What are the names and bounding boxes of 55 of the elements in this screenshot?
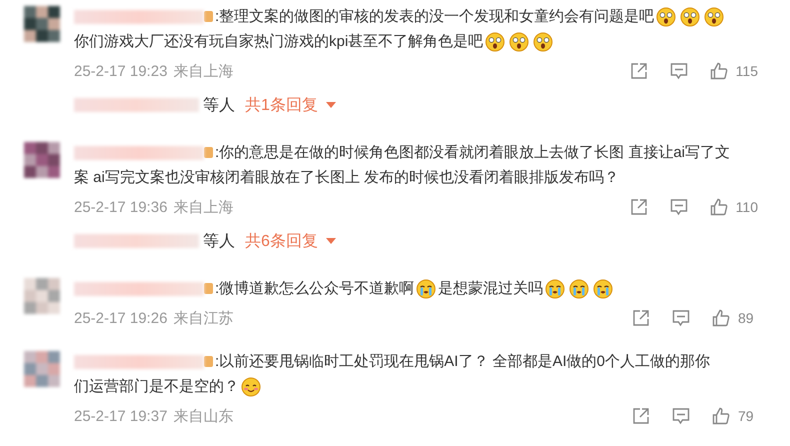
crying-face-icon <box>593 278 614 298</box>
comment-icon[interactable] <box>670 62 688 80</box>
badge-icon <box>204 147 213 158</box>
comment-location: 来自山东 <box>173 406 234 426</box>
shocked-face-icon <box>485 32 506 52</box>
comment-text: 你们游戏大厂还没有玩自家热门游戏的kpi甚至不了解角色是吧 <box>74 32 484 52</box>
comment-icon[interactable] <box>670 198 688 216</box>
like-count: 110 <box>736 199 758 215</box>
thumbs-up-icon[interactable] <box>710 62 728 80</box>
crying-face-icon <box>569 278 590 298</box>
badge-icon <box>204 11 213 22</box>
avatar[interactable] <box>24 142 60 178</box>
comment-text: :你的意思是在做的时候角色图都没看就闭着眼放上去做了长图 直接让ai写了文 <box>215 143 730 163</box>
comment-icon[interactable] <box>672 309 690 327</box>
thumbs-up-icon[interactable] <box>710 198 728 216</box>
replies-link[interactable]: 共6条回复 <box>245 230 336 252</box>
like-count: 115 <box>736 63 758 79</box>
shocked-face-icon <box>656 6 676 26</box>
replies-label: 等人 <box>203 232 235 252</box>
shocked-face-icon <box>704 6 724 26</box>
comment-time: 25-2-17 19:36 <box>74 198 168 216</box>
comment-location: 来自上海 <box>173 198 234 216</box>
comment-text: 是想蒙混过关吗 <box>438 279 544 299</box>
badge-icon <box>204 356 213 367</box>
comment-text: 案 ai写完文案也没审核闭着眼放在了长图上 发布的时候也没看闭着眼排版发布吗？ <box>74 168 620 188</box>
comment-time: 25-2-17 19:26 <box>74 310 168 326</box>
like-count: 89 <box>738 310 754 326</box>
crying-face-icon <box>545 278 566 298</box>
share-icon[interactable] <box>630 62 648 80</box>
crying-face-icon <box>416 278 436 298</box>
comment-time: 25-2-17 19:23 <box>74 62 168 80</box>
replies-link[interactable]: 共1条回复 <box>245 94 336 116</box>
like-count: 79 <box>738 408 754 424</box>
comment-location: 来自江苏 <box>173 308 234 328</box>
badge-icon <box>204 283 213 294</box>
comment-text: 们运营部门是不是空的？ <box>74 377 239 397</box>
comment-text: :整理文案的做图的审核的发表的没一个发现和女童约会有问题是吧 <box>215 7 654 27</box>
comment-icon[interactable] <box>672 407 690 425</box>
shocked-face-icon <box>533 32 554 52</box>
comment-text: :微博道歉怎么公众号不道歉啊 <box>215 279 414 299</box>
comment-text: :以前还要甩锅临时工处罚现在甩锅AI了？ 全部都是AI做的0个人工做的那你 <box>215 352 710 372</box>
avatar[interactable] <box>24 6 60 42</box>
shocked-face-icon <box>509 32 530 52</box>
share-icon[interactable] <box>632 309 650 327</box>
comment-time: 25-2-17 19:37 <box>74 408 168 424</box>
caret-icon <box>326 238 336 244</box>
thumbs-up-icon[interactable] <box>712 309 730 327</box>
share-icon[interactable] <box>630 198 648 216</box>
shy-face-icon <box>241 376 261 396</box>
caret-icon <box>326 102 336 108</box>
thumbs-up-icon[interactable] <box>712 407 730 425</box>
comment-location: 来自上海 <box>173 62 234 80</box>
share-icon[interactable] <box>632 407 650 425</box>
replies-label: 等人 <box>203 96 235 116</box>
shocked-face-icon <box>680 6 700 26</box>
